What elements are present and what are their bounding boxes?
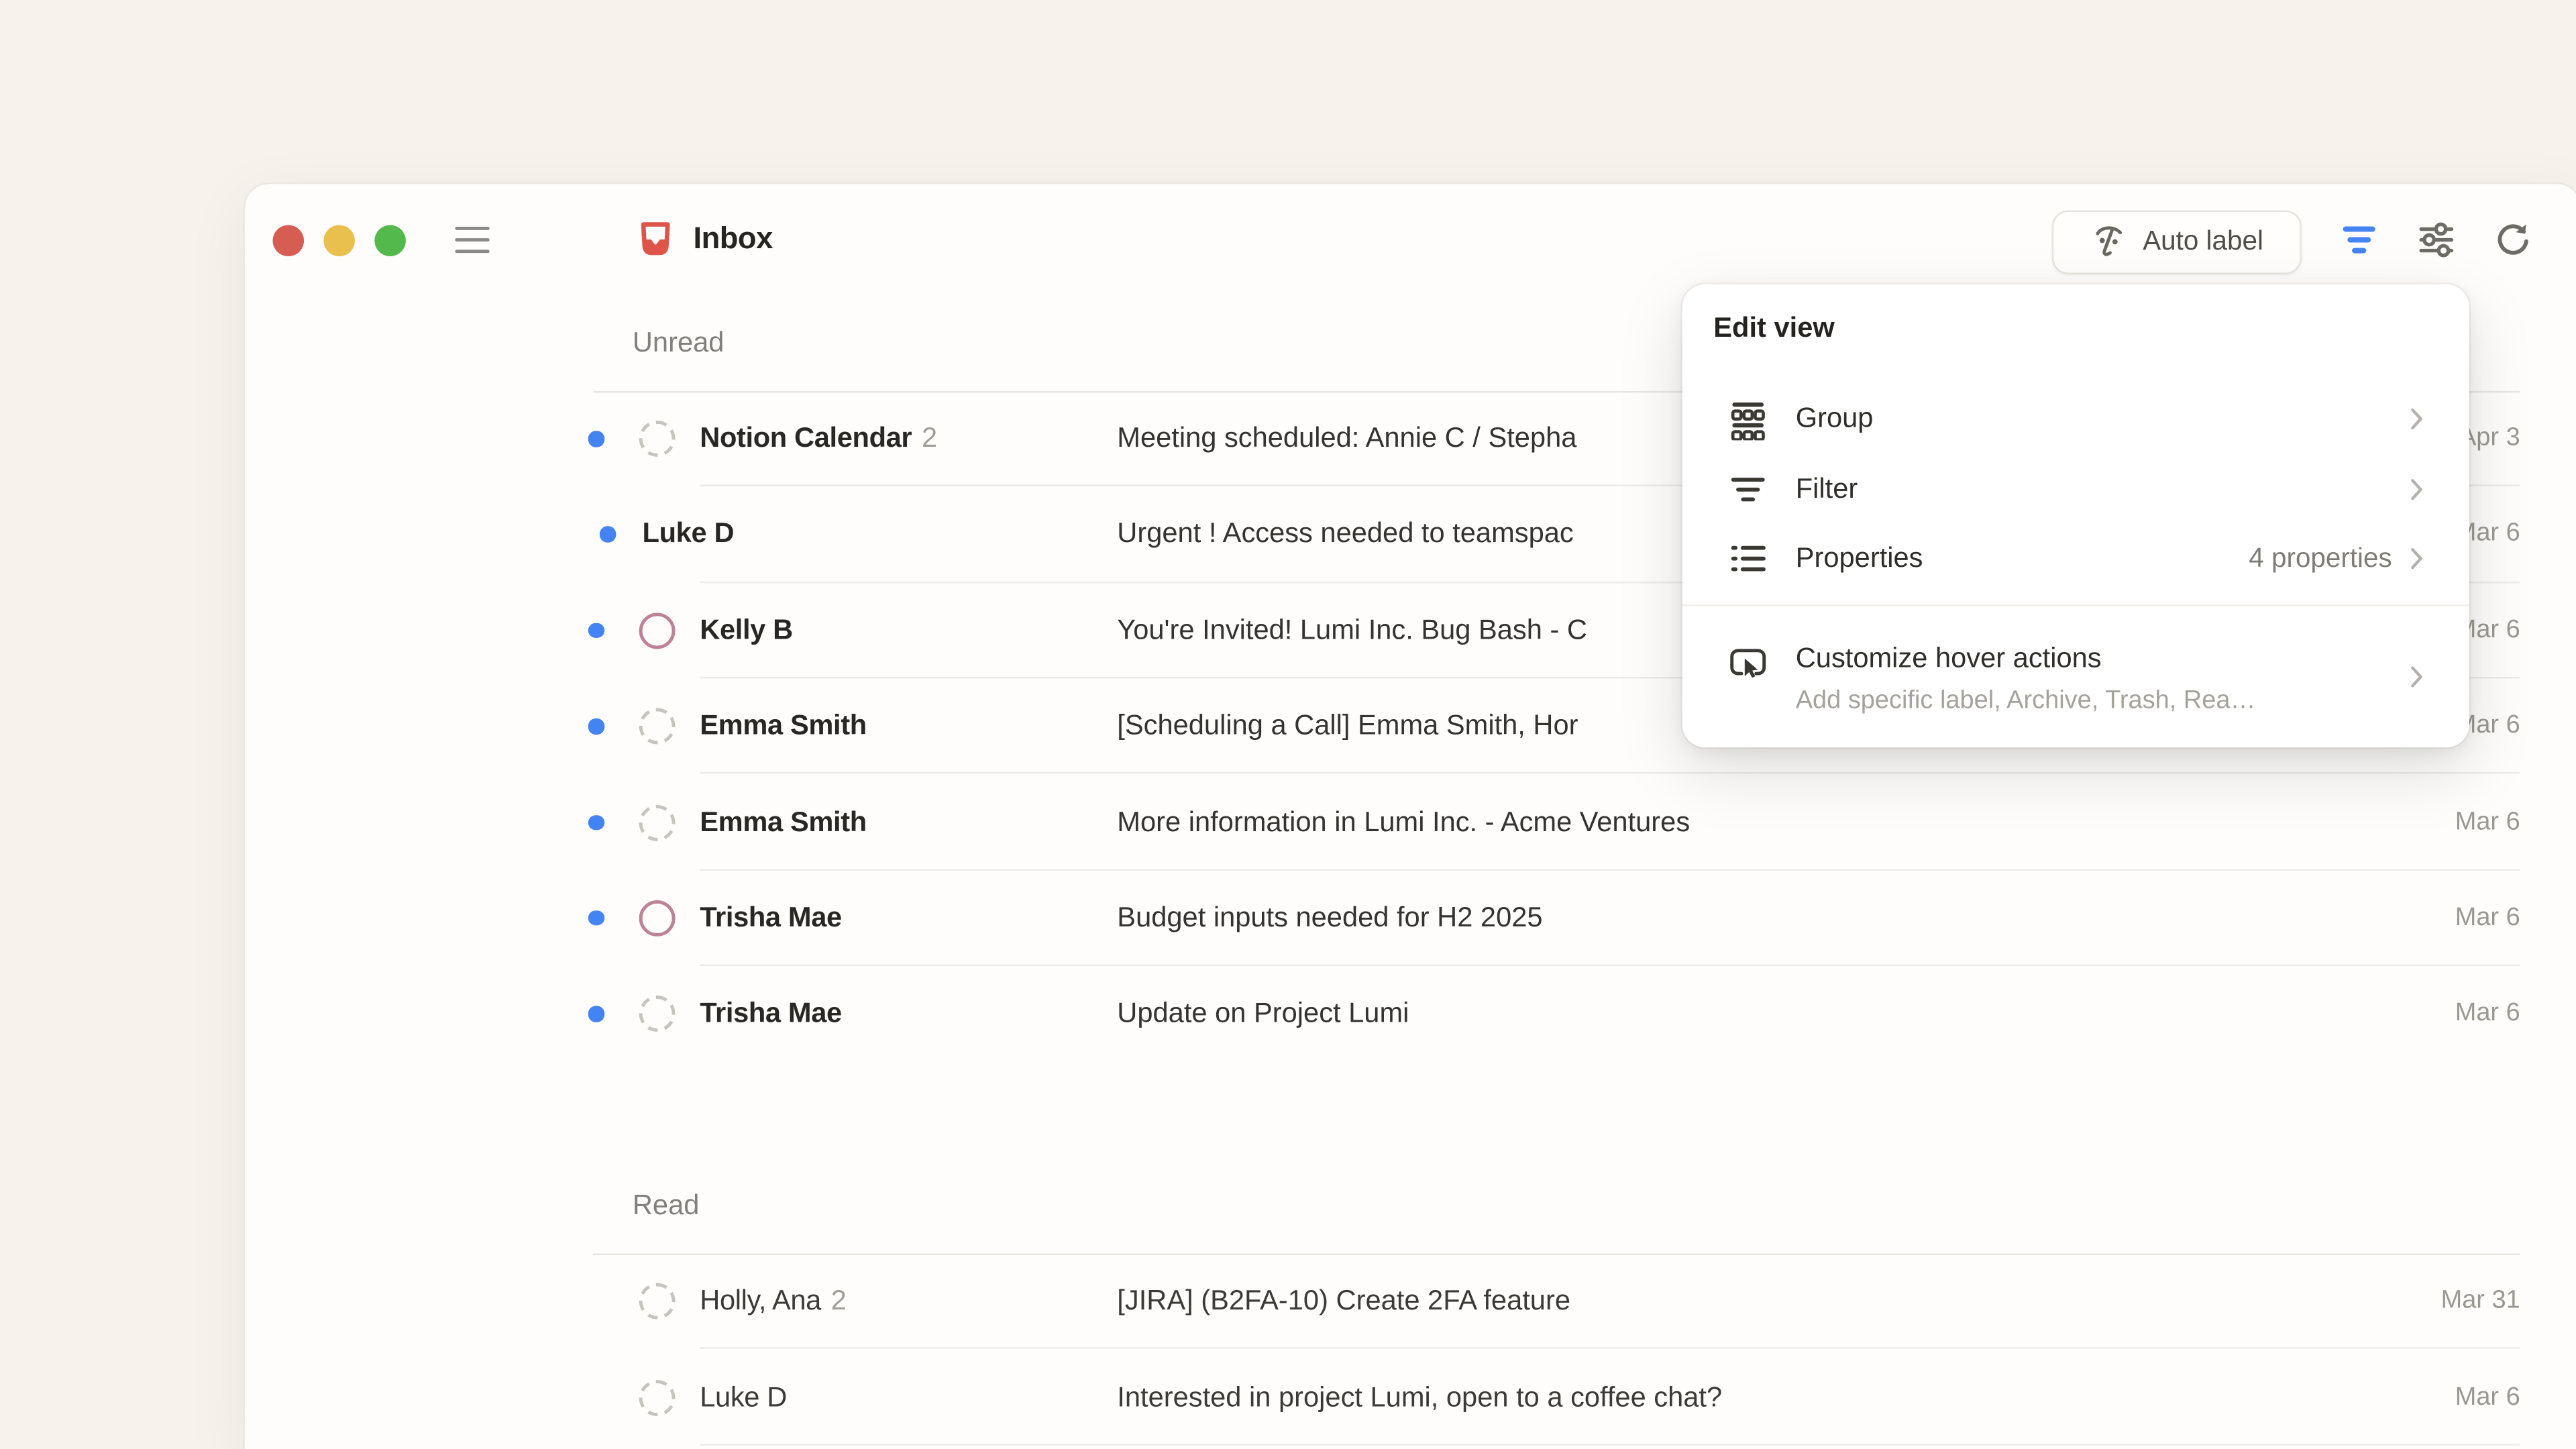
chevron-right-icon	[2410, 408, 2424, 431]
section-header-read: Read	[633, 1189, 700, 1222]
avatar[interactable]	[639, 421, 676, 457]
avatar[interactable]	[639, 996, 676, 1032]
menu-item-label: Group	[1796, 403, 1874, 436]
auto-label-button-label: Auto label	[2143, 227, 2263, 258]
close-button[interactable]	[273, 225, 305, 257]
sender-name: Emma Smith	[700, 806, 867, 837]
email-date: Mar 6	[2455, 1383, 2520, 1412]
menu-item-description: Add specific label, Archive, Trash, Rea…	[1796, 687, 2256, 716]
menu-item-filter[interactable]: Filter	[1682, 455, 2469, 525]
unread-dot	[588, 623, 604, 638]
unread-dot	[588, 910, 604, 926]
email-row[interactable]: Holly, Ana 2 [JIRA] (B2FA-10) Create 2FA …	[245, 1254, 2576, 1350]
page-title-group: Inbox	[636, 219, 773, 258]
sender-name: Holly, Ana	[700, 1285, 821, 1316]
avatar[interactable]	[639, 708, 676, 745]
menu-item-label: Properties	[1796, 543, 1923, 576]
filter-icon	[1727, 469, 1770, 512]
email-subject: Urgent ! Access needed to teamspac	[1117, 519, 1573, 551]
avatar[interactable]	[639, 900, 676, 936]
chevron-right-icon	[2410, 665, 2424, 688]
thread-count: 2	[831, 1285, 847, 1316]
zoom-button[interactable]	[374, 225, 406, 257]
auto-label-button[interactable]: Auto label	[2052, 210, 2302, 274]
email-subject: You're Invited! Lumi Inc. Bug Bash - C	[1117, 614, 1587, 647]
email-subject: Budget inputs needed for H2 2025	[1117, 902, 1542, 934]
sender-name: Kelly B	[700, 614, 793, 645]
unread-dot	[588, 718, 604, 734]
properties-list-icon	[1727, 538, 1770, 581]
menu-item-group[interactable]: Group	[1682, 384, 2469, 454]
email-subject: More information in Lumi Inc. - Acme Ven…	[1117, 806, 1690, 839]
page-title: Inbox	[693, 220, 772, 256]
unread-dot	[588, 431, 604, 447]
hover-cursor-icon	[1727, 641, 1770, 684]
email-row[interactable]: Trisha Mae Update on Project Lumi Mar 6	[245, 966, 2576, 1062]
email-subject: [JIRA] (B2FA-10) Create 2FA feature	[1117, 1285, 1570, 1318]
chevron-right-icon	[2410, 478, 2424, 501]
sender-name: Notion Calendar	[700, 423, 912, 454]
edit-view-menu: Edit view Group	[1682, 284, 2469, 748]
avatar[interactable]	[639, 612, 676, 649]
view-options-sliders-icon[interactable]	[2416, 220, 2456, 260]
unread-dot	[588, 1006, 604, 1022]
email-subject: Update on Project Lumi	[1117, 998, 1409, 1030]
unread-dot	[588, 814, 604, 830]
email-date: Mar 31	[2441, 1287, 2520, 1316]
menu-item-customize-hover-actions[interactable]: Customize hover actions Add specific lab…	[1682, 628, 2469, 737]
sender-name: Trisha Mae	[700, 902, 842, 933]
chevron-right-icon	[2410, 547, 2424, 570]
email-subject: Interested in project Lumi, open to a co…	[1117, 1381, 1722, 1413]
email-subject: [Scheduling a Call] Emma Smith, Hor	[1117, 710, 1578, 743]
filter-active-icon[interactable]	[2339, 220, 2379, 260]
avatar[interactable]	[639, 1283, 676, 1320]
section-header-unread: Unread	[633, 327, 724, 360]
menu-item-label: Customize hover actions	[1796, 643, 2102, 676]
email-row[interactable]: Trisha Mae Budget inputs needed for H2 2…	[245, 870, 2576, 966]
inbox-icon	[636, 219, 676, 258]
email-date: Mar 6	[2455, 904, 2520, 933]
menu-item-properties[interactable]: Properties 4 properties	[1682, 524, 2469, 594]
email-date: Mar 6	[2455, 1000, 2520, 1029]
email-row[interactable]: Luke D Interested in project Lumi, open …	[245, 1350, 2576, 1446]
email-subject: Meeting scheduled: Annie C / Stepha	[1117, 423, 1576, 455]
avatar[interactable]	[639, 804, 676, 841]
sender-name: Luke D	[700, 1381, 787, 1412]
traffic-lights	[273, 225, 406, 257]
unread-dot	[600, 527, 615, 542]
group-icon	[1727, 398, 1770, 441]
minimize-button[interactable]	[323, 225, 355, 257]
sidebar-menu-button[interactable]	[455, 227, 489, 253]
thread-count: 2	[922, 423, 937, 454]
sender-name: Trisha Mae	[700, 998, 842, 1029]
auto-label-wand-icon	[2090, 220, 2130, 264]
edit-view-menu-title: Edit view	[1713, 312, 1834, 345]
refresh-icon[interactable]	[2492, 220, 2532, 260]
sender-name: Emma Smith	[700, 710, 867, 741]
properties-count: 4 properties	[2249, 543, 2392, 575]
menu-item-label: Filter	[1796, 474, 1858, 506]
desktop: Inbox Auto label	[0, 0, 2576, 1449]
sender-name: Luke D	[643, 519, 735, 550]
email-row[interactable]: Emma Smith More information in Lumi Inc.…	[245, 774, 2576, 870]
avatar[interactable]	[639, 1379, 676, 1415]
email-date: Mar 6	[2455, 808, 2520, 837]
menu-divider	[1682, 604, 2469, 606]
